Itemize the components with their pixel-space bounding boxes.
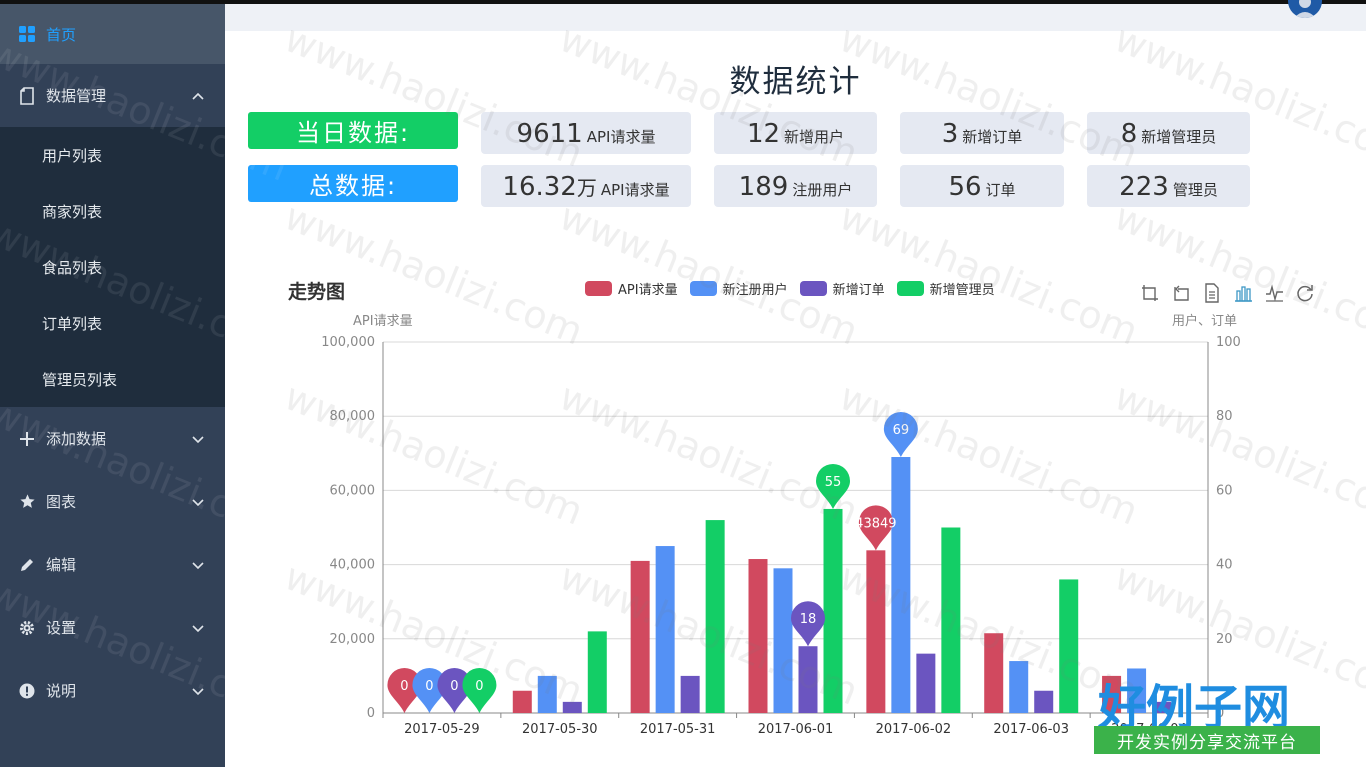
brand-logo: 好例子网 开发实例分享交流平台 [1094, 668, 1320, 756]
sidebar-item-label: 用户列表 [42, 146, 103, 165]
star-icon [18, 493, 36, 511]
y-tick-label-left: 60,000 [330, 483, 376, 498]
bar [680, 675, 700, 713]
sidebar-item-edit[interactable]: 编辑 [0, 533, 225, 596]
bar [984, 633, 1004, 713]
sidebar: 首页 数据管理 用户列表 商家列表 食品列表 订单列表 管理员列表 添加数据 图… [0, 4, 225, 767]
sidebar-item-label: 添加数据 [46, 430, 107, 448]
y-tick-label-right: 40 [1216, 558, 1233, 573]
data-pin-label: 0 [425, 679, 433, 694]
bar [705, 520, 725, 713]
bar [866, 550, 886, 713]
chevron-down-icon [192, 435, 204, 443]
bar [1059, 579, 1079, 713]
sidebar-item-label: 图表 [46, 493, 77, 511]
bar [562, 701, 582, 713]
data-management-submenu: 用户列表 商家列表 食品列表 订单列表 管理员列表 [0, 127, 225, 407]
main-content: 数据统计 当日数据: 总数据: 9611 API请求量 12 新增用户 3 新增… [225, 0, 1366, 767]
y-tick-label-left: 40,000 [330, 558, 376, 573]
y-tick-label-left: 80,000 [330, 409, 376, 424]
sidebar-item-label: 管理员列表 [42, 370, 118, 389]
sidebar-item-data-management[interactable]: 数据管理 [0, 64, 225, 127]
y-tick-label-right: 20 [1216, 632, 1233, 647]
sidebar-item-label: 首页 [46, 25, 77, 44]
bar [537, 675, 557, 713]
brand-subtitle: 开发实例分享交流平台 [1094, 726, 1320, 754]
data-pin-label: 0 [450, 679, 458, 694]
sidebar-item-user-list[interactable]: 用户列表 [0, 127, 225, 183]
sidebar-item-shop-list[interactable]: 商家列表 [0, 183, 225, 239]
data-pin-label: 18 [800, 612, 817, 627]
x-tick-label: 2017-05-29 [404, 722, 480, 737]
document-icon [18, 86, 36, 105]
sidebar-item-settings[interactable]: 设置 [0, 596, 225, 659]
bar [587, 631, 607, 713]
bar [891, 457, 911, 713]
chevron-down-icon [192, 624, 204, 632]
info-icon [18, 682, 36, 700]
y-tick-label-left: 100,000 [321, 335, 375, 350]
bar [773, 568, 793, 713]
y-tick-label-left: 0 [367, 706, 375, 721]
data-pin-label: 55 [825, 475, 842, 490]
sidebar-item-label: 编辑 [46, 556, 77, 574]
sidebar-item-label: 说明 [46, 682, 77, 700]
bar [823, 508, 843, 713]
x-tick-label: 2017-05-31 [640, 722, 716, 737]
data-pin-label: 0 [475, 679, 483, 694]
data-pin-label: 43849 [855, 516, 896, 531]
bar [916, 653, 936, 713]
data-pin-label: 69 [893, 423, 910, 438]
sidebar-item-label: 数据管理 [46, 87, 107, 105]
chevron-down-icon [192, 687, 204, 695]
sidebar-item-label: 设置 [46, 619, 77, 637]
x-tick-label: 2017-05-30 [522, 722, 598, 737]
x-tick-label: 2017-06-03 [993, 722, 1069, 737]
y-tick-label-right: 60 [1216, 483, 1233, 498]
trend-chart: 0 0 20,000 20 40,000 40 60,000 60 80,000 80 100,00… [321, 335, 1241, 737]
x-tick-label: 2017-06-02 [876, 722, 952, 737]
chevron-down-icon [192, 561, 204, 569]
sidebar-item-charts[interactable]: 图表 [0, 470, 225, 533]
x-tick-label: 2017-06-01 [758, 722, 834, 737]
sidebar-item-label: 食品列表 [42, 258, 103, 277]
y-tick-label-right: 100 [1216, 335, 1241, 350]
bar [512, 690, 532, 713]
bar [748, 559, 768, 713]
sidebar-item-label: 订单列表 [42, 314, 103, 333]
y-tick-label-left: 20,000 [330, 632, 376, 647]
y-tick-label-right: 80 [1216, 409, 1233, 424]
bar [630, 560, 650, 713]
gear-icon [18, 619, 36, 637]
sidebar-item-food-list[interactable]: 食品列表 [0, 239, 225, 295]
sidebar-item-help[interactable]: 说明 [0, 659, 225, 722]
bar [1009, 661, 1029, 713]
plus-icon [18, 430, 36, 448]
sidebar-item-order-list[interactable]: 订单列表 [0, 295, 225, 351]
dashboard-icon [18, 25, 36, 43]
chevron-up-icon [192, 92, 204, 100]
data-pin-label: 0 [400, 679, 408, 694]
bar [655, 546, 675, 713]
bar [941, 527, 961, 713]
sidebar-item-admin-list[interactable]: 管理员列表 [0, 351, 225, 407]
sidebar-item-add-data[interactable]: 添加数据 [0, 407, 225, 470]
sidebar-item-home[interactable]: 首页 [0, 4, 225, 64]
pencil-icon [18, 556, 36, 574]
sidebar-item-label: 商家列表 [42, 202, 103, 221]
chevron-down-icon [192, 498, 204, 506]
bar [1034, 690, 1054, 713]
bar [798, 646, 818, 713]
